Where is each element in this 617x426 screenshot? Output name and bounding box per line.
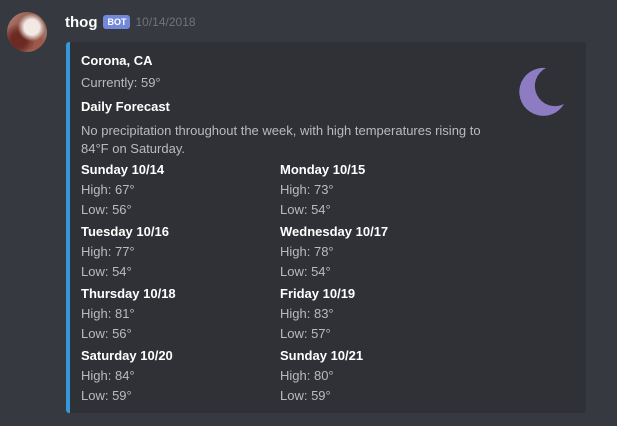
message-header: thog BOT 10/14/2018 xyxy=(65,12,196,32)
day-name: Friday 10/19 xyxy=(280,286,356,301)
forecast-day: Friday 10/19 High: 83° Low: 57° xyxy=(280,284,460,344)
weather-embed: Corona, CA Currently: 59° Daily Forecast… xyxy=(66,42,586,413)
day-high: High: 73° xyxy=(280,182,334,197)
user-avatar[interactable] xyxy=(7,12,47,52)
crescent-moon-icon xyxy=(519,67,564,116)
day-low: Low: 59° xyxy=(280,388,331,403)
day-low: Low: 57° xyxy=(280,326,331,341)
day-high: High: 84° xyxy=(81,368,135,383)
day-name: Sunday 10/14 xyxy=(81,162,165,177)
forecast-day: Wednesday 10/17 High: 78° Low: 54° xyxy=(280,222,460,282)
day-name: Thursday 10/18 xyxy=(81,286,176,301)
day-name: Monday 10/15 xyxy=(280,162,366,177)
day-low: Low: 56° xyxy=(81,202,132,217)
forecast-day: Sunday 10/21 High: 80° Low: 59° xyxy=(280,346,460,406)
day-name: Saturday 10/20 xyxy=(81,348,173,363)
day-name: Wednesday 10/17 xyxy=(280,224,389,239)
current-temperature: Currently: 59° xyxy=(81,75,161,90)
day-name: Tuesday 10/16 xyxy=(81,224,169,239)
message-timestamp: 10/14/2018 xyxy=(135,15,196,29)
username[interactable]: thog xyxy=(65,14,97,31)
day-high: High: 80° xyxy=(280,368,334,383)
bot-badge: BOT xyxy=(103,15,131,29)
day-low: Low: 59° xyxy=(81,388,132,403)
forecast-day: Sunday 10/14 High: 67° Low: 56° xyxy=(81,160,261,220)
day-low: Low: 54° xyxy=(280,202,331,217)
day-high: High: 77° xyxy=(81,244,135,259)
chat-message: thog BOT 10/14/2018 Corona, CA Currently… xyxy=(0,0,617,426)
forecast-summary: No precipitation throughout the week, wi… xyxy=(81,123,481,156)
embed-title: Corona, CA xyxy=(81,53,153,68)
forecast-heading: Daily Forecast xyxy=(81,99,170,114)
forecast-day: Tuesday 10/16 High: 77° Low: 54° xyxy=(81,222,261,282)
day-high: High: 78° xyxy=(280,244,334,259)
forecast-day: Monday 10/15 High: 73° Low: 54° xyxy=(280,160,460,220)
day-high: High: 83° xyxy=(280,306,334,321)
day-high: High: 67° xyxy=(81,182,135,197)
day-name: Sunday 10/21 xyxy=(280,348,364,363)
day-low: Low: 56° xyxy=(81,326,132,341)
forecast-day: Thursday 10/18 High: 81° Low: 56° xyxy=(81,284,261,344)
day-high: High: 81° xyxy=(81,306,135,321)
day-low: Low: 54° xyxy=(81,264,132,279)
forecast-day: Saturday 10/20 High: 84° Low: 59° xyxy=(81,346,261,406)
day-low: Low: 54° xyxy=(280,264,331,279)
